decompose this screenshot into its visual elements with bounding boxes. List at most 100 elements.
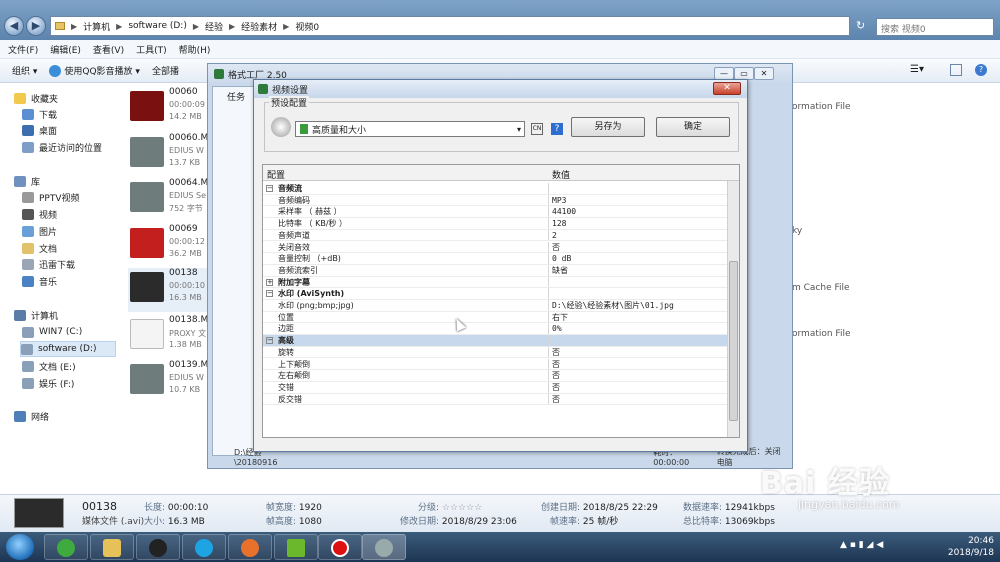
grid-property-row[interactable]: 水印 (png;bmp;jpg) D:\经验\经验素材\图片\01.jpg bbox=[263, 300, 727, 312]
grid-category-row[interactable]: + 附加字幕 bbox=[263, 276, 727, 289]
property-value[interactable]: 否 bbox=[552, 370, 560, 382]
grid-property-row[interactable]: 位置 右下 bbox=[263, 311, 727, 324]
help-icon[interactable]: ? bbox=[975, 64, 987, 76]
property-value[interactable]: 44100 bbox=[552, 206, 576, 218]
nav-drive-f[interactable]: 娱乐 (F:) bbox=[22, 375, 74, 391]
tray-icons[interactable]: ▲ ▪ ▮ ◢ ◀ bbox=[840, 540, 920, 554]
preset-select[interactable]: 高质量和大小 ▾ bbox=[295, 121, 525, 137]
property-value[interactable]: 否 bbox=[552, 347, 560, 359]
menu-view[interactable]: 查看(V) bbox=[93, 43, 124, 56]
taskbar-recorder[interactable] bbox=[318, 534, 362, 560]
breadcrumb-computer[interactable]: 计算机 bbox=[83, 20, 110, 33]
grid-property-row[interactable]: 边距 0% bbox=[263, 323, 727, 336]
property-value[interactable]: MP3 bbox=[552, 195, 566, 207]
property-value[interactable]: 2 bbox=[552, 230, 557, 242]
expand-icon[interactable]: + bbox=[266, 278, 273, 286]
taskbar-firefox[interactable] bbox=[228, 534, 272, 560]
grid-property-row[interactable]: 交错 否 bbox=[263, 381, 727, 394]
property-value[interactable]: 否 bbox=[552, 394, 560, 406]
grid-property-row[interactable]: 音频流索引 缺省 bbox=[263, 264, 727, 277]
back-button[interactable]: ◀ bbox=[4, 16, 24, 36]
taskbar-explorer[interactable] bbox=[90, 534, 134, 560]
nav-pptv[interactable]: PPTV视频 bbox=[22, 189, 80, 205]
search-input[interactable]: 搜索 视频0 bbox=[876, 18, 994, 36]
nav-download[interactable]: 下载 bbox=[22, 106, 57, 122]
nav-videos[interactable]: 视频 bbox=[22, 206, 57, 222]
nav-drive-c[interactable]: WIN7 (C:) bbox=[22, 324, 82, 340]
nav-documents[interactable]: 文档 bbox=[22, 240, 57, 256]
property-value[interactable]: 缺省 bbox=[552, 265, 568, 277]
taskbar-pptv[interactable] bbox=[182, 534, 226, 560]
system-clock[interactable]: 20:46 2018/9/18 bbox=[930, 535, 994, 559]
save-as-button[interactable]: 另存为 bbox=[571, 117, 645, 137]
breadcrumb-drive-d[interactable]: software (D:) bbox=[128, 21, 187, 31]
grid-property-row[interactable]: 采样率 （ 赫兹 ） 44100 bbox=[263, 206, 727, 219]
preview-pane-icon[interactable] bbox=[950, 64, 962, 76]
breadcrumb-jingyan[interactable]: 经验 bbox=[205, 20, 223, 33]
grid-scrollbar-thumb[interactable] bbox=[729, 261, 738, 421]
property-value[interactable]: 0% bbox=[552, 323, 562, 335]
nav-music[interactable]: 音乐 bbox=[22, 273, 57, 289]
nav-drive-e[interactable]: 文档 (E:) bbox=[22, 358, 76, 374]
collapse-icon[interactable]: − bbox=[266, 290, 273, 298]
grid-property-row[interactable]: 音量控制 （+dB) 0 dB bbox=[263, 253, 727, 265]
dialog-close-button[interactable]: ✕ bbox=[713, 82, 741, 95]
file-item-00064-mt[interactable]: 00064.MT EDIUS Se 752 字节 bbox=[128, 178, 214, 222]
organize-button[interactable]: 组织 ▾ bbox=[12, 64, 37, 77]
grid-property-row[interactable]: 音频编码 MP3 bbox=[263, 194, 727, 207]
nav-thunder[interactable]: 迅雷下载 bbox=[22, 256, 75, 272]
menu-tools[interactable]: 工具(T) bbox=[136, 43, 167, 56]
collapse-icon[interactable]: − bbox=[266, 185, 273, 192]
property-value[interactable]: 0 dB bbox=[552, 253, 571, 265]
property-value[interactable]: D:\经验\经验素材\图片\01.jpg bbox=[552, 300, 674, 312]
file-item-00138[interactable]: 00138 00:00:10 16.3 MB bbox=[128, 268, 208, 312]
property-value[interactable]: 否 bbox=[552, 242, 560, 254]
grid-property-row[interactable]: 音频声道 2 bbox=[263, 229, 727, 242]
nav-drive-d[interactable]: software (D:) bbox=[20, 341, 116, 357]
address-box[interactable]: ▶ 计算机 ▶ software (D:) ▶ 经验 ▶ 经验素材 ▶ 视频0 bbox=[50, 16, 850, 36]
nav-network[interactable]: 网络 bbox=[14, 408, 49, 424]
file-item-00139-mt[interactable]: 00139.MT EDIUS W 10.7 KB bbox=[128, 360, 214, 404]
details-rating[interactable]: 分级: ☆☆☆☆☆ bbox=[418, 500, 482, 513]
grid-property-row[interactable]: 旋转 否 bbox=[263, 346, 727, 359]
taskbar-360-browser[interactable] bbox=[44, 534, 88, 560]
menu-help[interactable]: 帮助(H) bbox=[179, 43, 211, 56]
grid-property-row[interactable]: 关闭音效 否 bbox=[263, 241, 727, 254]
nav-pictures[interactable]: 图片 bbox=[22, 223, 57, 239]
taskbar-format-factory[interactable] bbox=[362, 534, 406, 560]
menu-file[interactable]: 文件(F) bbox=[8, 43, 38, 56]
help-question-icon[interactable]: ? bbox=[551, 123, 563, 135]
property-value[interactable]: 否 bbox=[552, 359, 560, 371]
forward-button[interactable]: ▶ bbox=[26, 16, 46, 36]
qq-player-button[interactable]: 使用QQ影音播放 ▾ bbox=[49, 64, 140, 77]
nav-libraries[interactable]: 库 bbox=[14, 173, 40, 189]
file-item-00060[interactable]: 00060 00:00:09 14.2 MB bbox=[128, 87, 208, 131]
taskbar-qq[interactable] bbox=[136, 534, 180, 560]
preset-tool-icon[interactable]: CN bbox=[531, 123, 543, 135]
close-button[interactable]: ✕ bbox=[754, 67, 774, 80]
start-button[interactable] bbox=[6, 534, 34, 560]
nav-desktop[interactable]: 桌面 bbox=[22, 122, 57, 138]
nav-computer[interactable]: 计算机 bbox=[14, 307, 58, 323]
collapse-icon[interactable]: − bbox=[266, 337, 273, 345]
taskbar-edius[interactable] bbox=[274, 534, 318, 560]
grid-property-row[interactable]: 比特率 （ KB/秒 ） 128 bbox=[263, 218, 727, 230]
breadcrumb-sucai[interactable]: 经验素材 bbox=[241, 20, 277, 33]
menu-edit[interactable]: 编辑(E) bbox=[50, 43, 81, 56]
refresh-icon[interactable]: ↻ bbox=[856, 19, 870, 33]
grid-scrollbar[interactable] bbox=[727, 181, 739, 437]
breadcrumb-video0[interactable]: 视频0 bbox=[295, 20, 319, 33]
nav-favorites[interactable]: 收藏夹 bbox=[14, 90, 58, 106]
property-value[interactable]: 128 bbox=[552, 218, 566, 230]
file-item-00138-mt[interactable]: 00138.MT PROXY 文 1.38 MB bbox=[128, 315, 214, 359]
grid-category-row[interactable]: − 音频流 bbox=[263, 183, 727, 195]
ok-button[interactable]: 确定 bbox=[656, 117, 730, 137]
grid-category-row[interactable]: − 高级 bbox=[263, 335, 727, 347]
nav-recent[interactable]: 最近访问的位置 bbox=[22, 139, 102, 155]
play-all-button[interactable]: 全部播 bbox=[152, 64, 179, 77]
grid-property-row[interactable]: 左右颠倒 否 bbox=[263, 370, 727, 382]
file-item-00060-mt[interactable]: 00060.MT EDIUS W 13.7 KB bbox=[128, 133, 214, 177]
file-item-00069[interactable]: 00069 00:00:12 36.2 MB bbox=[128, 224, 208, 268]
grid-category-row[interactable]: − 水印 (AviSynth) bbox=[263, 288, 727, 300]
grid-property-row[interactable]: 上下颠倒 否 bbox=[263, 358, 727, 371]
